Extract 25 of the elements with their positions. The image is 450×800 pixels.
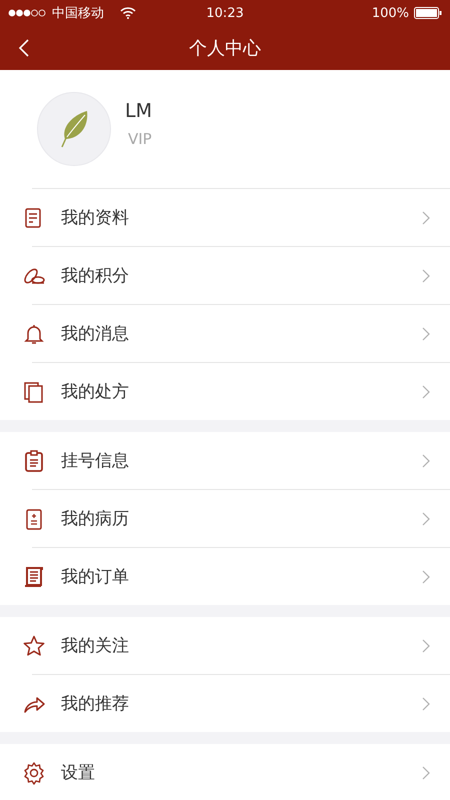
- chevron-right-icon: [422, 638, 430, 652]
- gear-icon: [22, 760, 46, 784]
- chevron-right-icon: [422, 570, 430, 584]
- chevron-right-icon: [422, 268, 430, 282]
- clipboard-icon: [22, 448, 46, 472]
- chevron-right-icon: [422, 326, 430, 340]
- signal-icon: [8, 9, 48, 17]
- chevron-right-icon: [422, 766, 430, 780]
- battery-icon: [414, 7, 442, 19]
- wifi-icon: [120, 7, 136, 19]
- member-level: VIP: [127, 130, 152, 148]
- leaf-icon: [59, 109, 89, 149]
- chevron-right-icon: [422, 384, 430, 398]
- chevron-right-icon: [422, 512, 430, 526]
- page-title: 个人中心: [189, 37, 261, 60]
- carrier-name: 中国移动: [52, 5, 104, 22]
- user-name: LM: [125, 100, 152, 122]
- chevron-right-icon: [422, 210, 430, 224]
- clock-time: 10:23: [206, 6, 244, 20]
- pages-icon: [22, 380, 46, 404]
- star-icon: [22, 634, 46, 658]
- chevron-right-icon: [422, 454, 430, 468]
- battery-percent: 100%: [372, 6, 409, 20]
- receipt-icon: [22, 564, 46, 588]
- chevron-right-icon: [422, 696, 430, 710]
